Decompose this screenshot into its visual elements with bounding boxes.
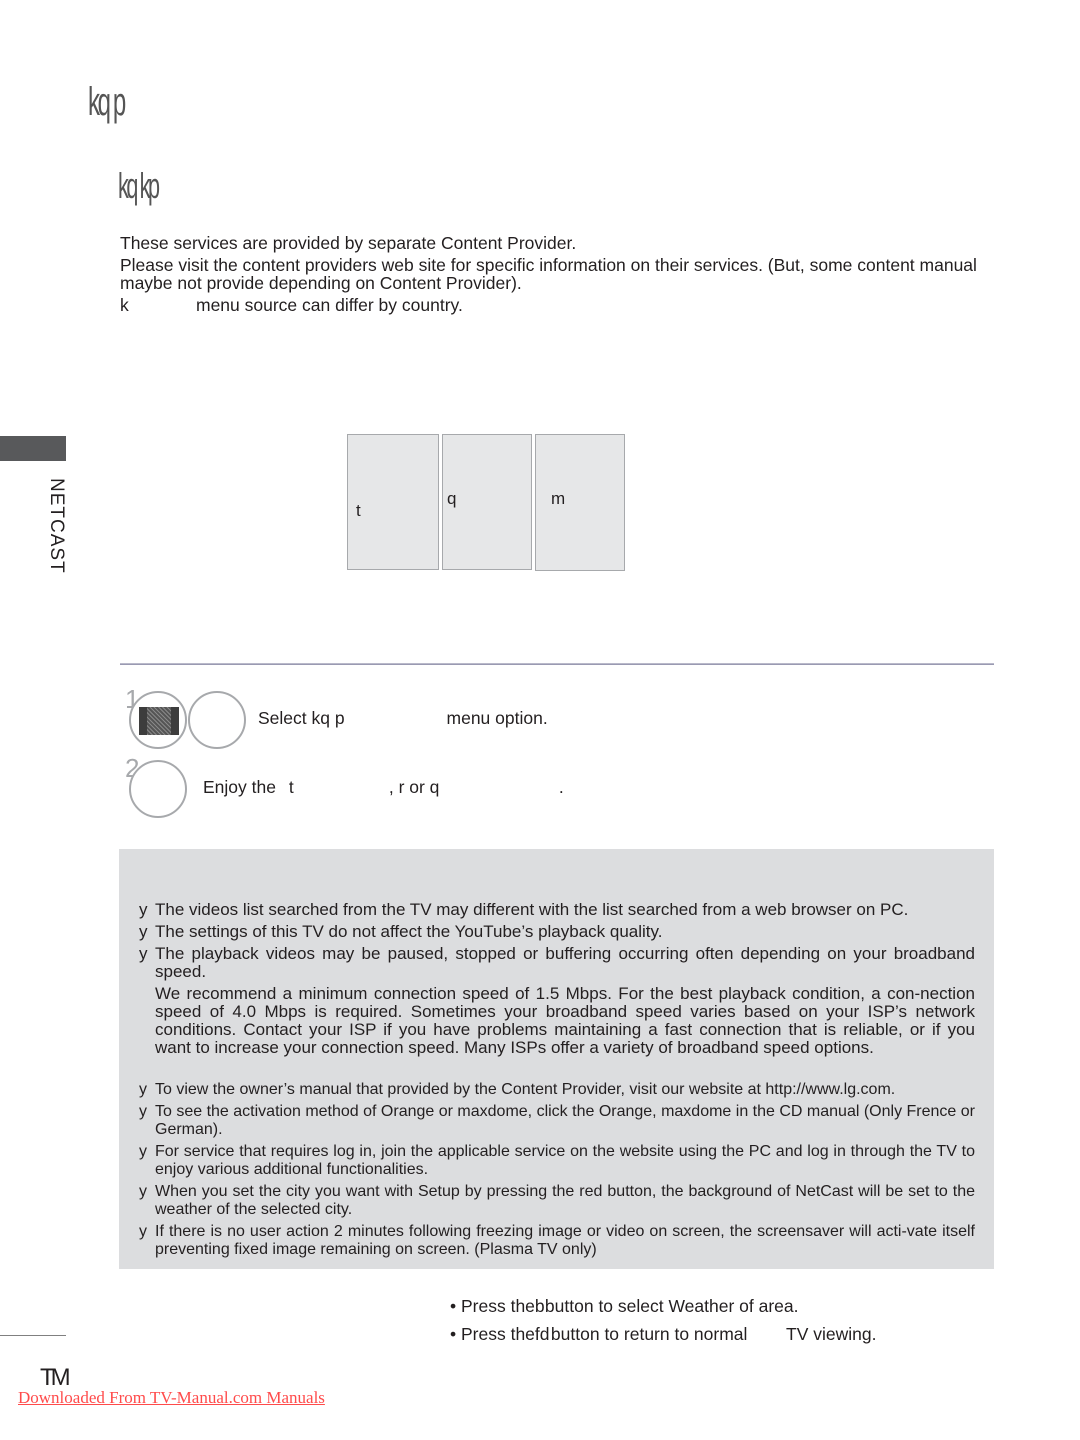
- note-item: We recommend a minimum connection speed …: [139, 985, 979, 1057]
- note-item: y To see the activation method of Orange …: [139, 1103, 979, 1139]
- button-hint: • Press thebbutton to select Weather of …: [450, 1292, 876, 1320]
- note-bullet: y: [139, 1223, 147, 1240]
- note-bullet: y: [139, 922, 148, 941]
- hint-suffix: button to select Weather of area.: [544, 1296, 799, 1316]
- note-text: The settings of this TV do not affect th…: [155, 922, 663, 941]
- menu-tile-label: t: [356, 501, 361, 520]
- hint-prefix: • Press the: [450, 1324, 535, 1344]
- hint-glyph: b: [534, 1296, 545, 1316]
- hint-suffix: button to return to normal TV viewing.: [550, 1324, 877, 1344]
- remote-button-icon: [129, 760, 187, 818]
- step-prefix: Enjoy the: [203, 777, 276, 797]
- note-item: y The settings of this TV do not affect t…: [139, 923, 979, 941]
- hint-prefix: • Press the: [450, 1296, 535, 1316]
- step-prefix: Select: [258, 708, 307, 728]
- menu-tile: m: [535, 434, 625, 571]
- step-instruction: Enjoy the t , r or q.: [203, 777, 564, 798]
- step-suffix: .: [558, 777, 564, 797]
- notes-box: y The videos list searched from the TV ma…: [119, 849, 994, 1269]
- intro-text: These services are provided by separate …: [120, 234, 1000, 318]
- step-glyph: kq p: [311, 708, 345, 728]
- note-item: y For service that requires log in, join …: [139, 1143, 979, 1179]
- note-item: y The videos list searched from the TV ma…: [139, 901, 979, 919]
- button-hints: • Press thebbutton to select Weather of …: [450, 1292, 876, 1348]
- menu-tiles: t q m: [347, 434, 625, 571]
- step-suffix: menu option.: [446, 708, 548, 728]
- note-bullet: y: [139, 1103, 147, 1120]
- hint-glyph: fd: [534, 1324, 550, 1344]
- note-text: To see the activation method of Orange o…: [155, 1103, 975, 1138]
- note-bullet: y: [139, 1143, 147, 1160]
- note-item: y The playback videos may be paused, stop…: [139, 945, 979, 981]
- note-bullet: y: [139, 1183, 147, 1200]
- step-middle: , r or q: [388, 777, 440, 797]
- netcast-thumbnail-icon: [139, 707, 179, 735]
- intro-lead-glyph: k: [120, 295, 129, 315]
- menu-tile: t: [347, 434, 439, 570]
- note-text: If there is no user action 2 minutes fol…: [155, 1223, 975, 1258]
- section-tab-label: NETCAST: [46, 478, 67, 574]
- note-item: y When you set the city you want with Set…: [139, 1183, 979, 1219]
- note-text: To view the owner’s manual that provided…: [155, 1081, 896, 1098]
- note-text: The playback videos may be paused, stopp…: [155, 944, 975, 981]
- intro-line-2: Please visit the content providers web s…: [120, 255, 977, 293]
- note-bullet: y: [139, 900, 148, 919]
- intro-line-3-text: menu source can differ by country.: [196, 295, 463, 315]
- menu-tile: q: [442, 434, 532, 570]
- menu-tile-label: q: [447, 489, 457, 508]
- remote-button-icon: [188, 691, 246, 749]
- intro-line-3: k menu source can differ by country.: [120, 296, 1000, 314]
- section-title: kq kp: [118, 165, 160, 206]
- button-hint: • Press thefdbutton to return to normal …: [450, 1320, 876, 1348]
- page-title: kq p: [88, 80, 126, 124]
- note-bullet: y: [139, 944, 148, 963]
- step-instruction: Select kq p menu option.: [258, 708, 548, 729]
- note-item: y If there is no user action 2 minutes fo…: [139, 1223, 979, 1259]
- note-item: y To view the owner’s manual that provide…: [139, 1081, 979, 1099]
- note-text: We recommend a minimum connection speed …: [155, 984, 975, 1057]
- note-text: The videos list searched from the TV may…: [155, 900, 909, 919]
- footer-rule: [0, 1335, 66, 1336]
- menu-tile-label: m: [551, 489, 566, 508]
- section-divider: [120, 663, 994, 665]
- download-source-link[interactable]: Downloaded From TV-Manual.com Manuals: [18, 1388, 325, 1408]
- note-text: For service that requires log in, join t…: [155, 1143, 975, 1178]
- note-text: When you set the city you want with Setu…: [155, 1183, 975, 1218]
- step-glyph: t: [288, 777, 294, 797]
- intro-line-1: These services are provided by separate …: [120, 233, 577, 253]
- section-tab-marker: [0, 436, 66, 461]
- note-bullet: y: [139, 1081, 147, 1098]
